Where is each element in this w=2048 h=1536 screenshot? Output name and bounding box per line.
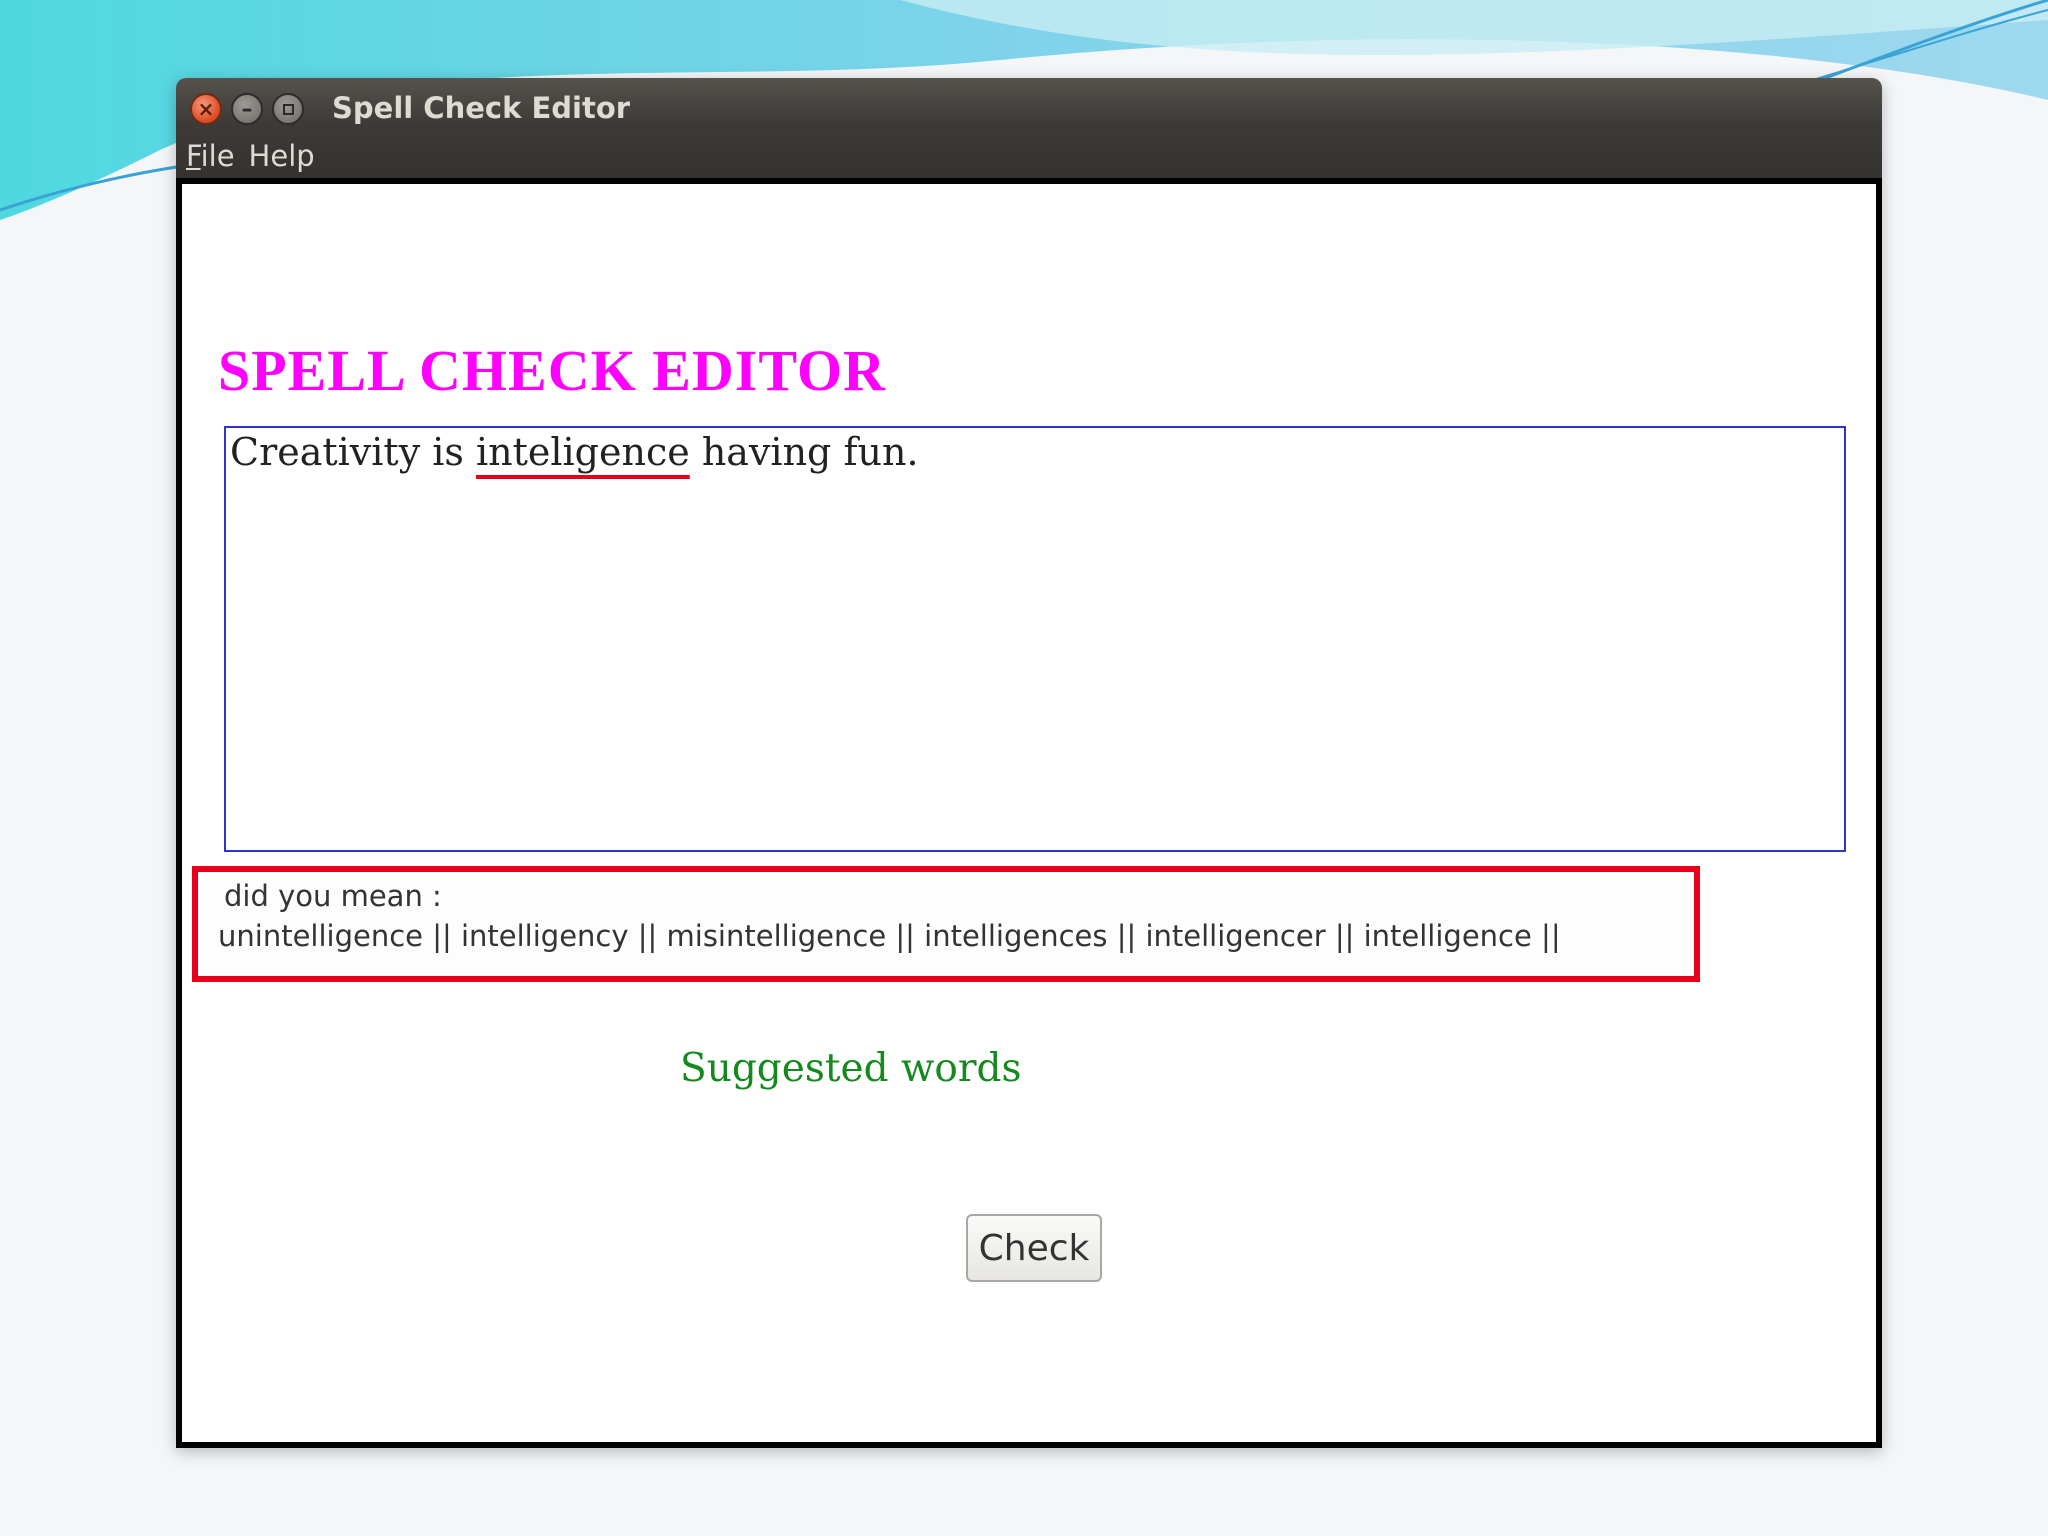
suggestion-list: unintelligence || intelligency || misint… [218, 919, 1561, 953]
app-heading: SPELL CHECK EDITOR [218, 338, 887, 403]
app-window: × – Spell Check Editor File Help SPELL C… [176, 78, 1882, 1448]
suggested-words-caption: Suggested words [680, 1046, 1022, 1091]
window-title: Spell Check Editor [332, 91, 631, 125]
check-button[interactable]: Check [966, 1214, 1102, 1282]
menu-file[interactable]: File [186, 136, 243, 176]
editor-panel: SPELL CHECK EDITOR Creativity is intelig… [176, 178, 1882, 1448]
editor-textarea[interactable]: Creativity is inteligence having fun. [224, 426, 1846, 852]
menu-bar: File Help [186, 136, 329, 176]
menu-help[interactable]: Help [249, 136, 323, 176]
suggestion-box: did you mean : unintelligence || intelli… [192, 866, 1700, 982]
misspelled-word[interactable]: inteligence [476, 430, 690, 474]
close-icon[interactable]: × [190, 93, 222, 125]
maximize-icon[interactable] [272, 93, 304, 125]
did-you-mean-label: did you mean : [224, 879, 442, 913]
title-bar[interactable]: × – Spell Check Editor File Help [176, 78, 1882, 178]
minimize-icon[interactable]: – [231, 93, 263, 125]
